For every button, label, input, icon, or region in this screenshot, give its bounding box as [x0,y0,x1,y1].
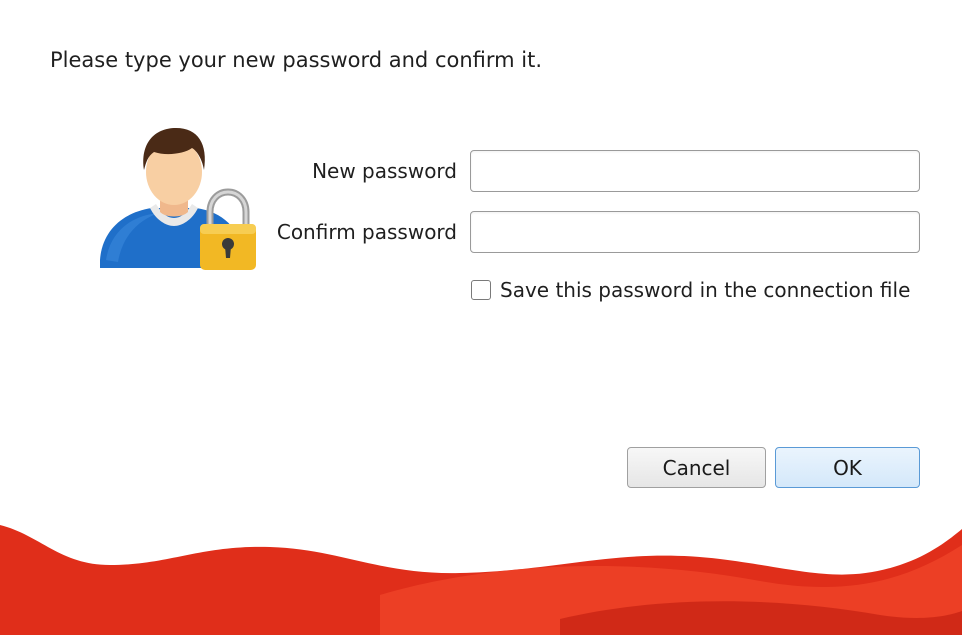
confirm-password-field[interactable] [470,211,920,253]
ok-button[interactable]: OK [775,447,920,488]
new-password-label: New password [312,159,457,183]
decorative-wave [0,525,962,635]
user-lock-icon [100,128,256,270]
save-password-label[interactable]: Save this password in the connection fil… [500,278,910,302]
confirm-password-label: Confirm password [276,220,457,244]
save-password-checkbox[interactable] [471,280,491,300]
new-password-field[interactable] [470,150,920,192]
save-password-option[interactable]: Save this password in the connection fil… [471,278,910,302]
password-dialog: Please type your new password and confir… [0,0,962,635]
cancel-button[interactable]: Cancel [627,447,766,488]
instruction-text: Please type your new password and confir… [50,48,543,72]
